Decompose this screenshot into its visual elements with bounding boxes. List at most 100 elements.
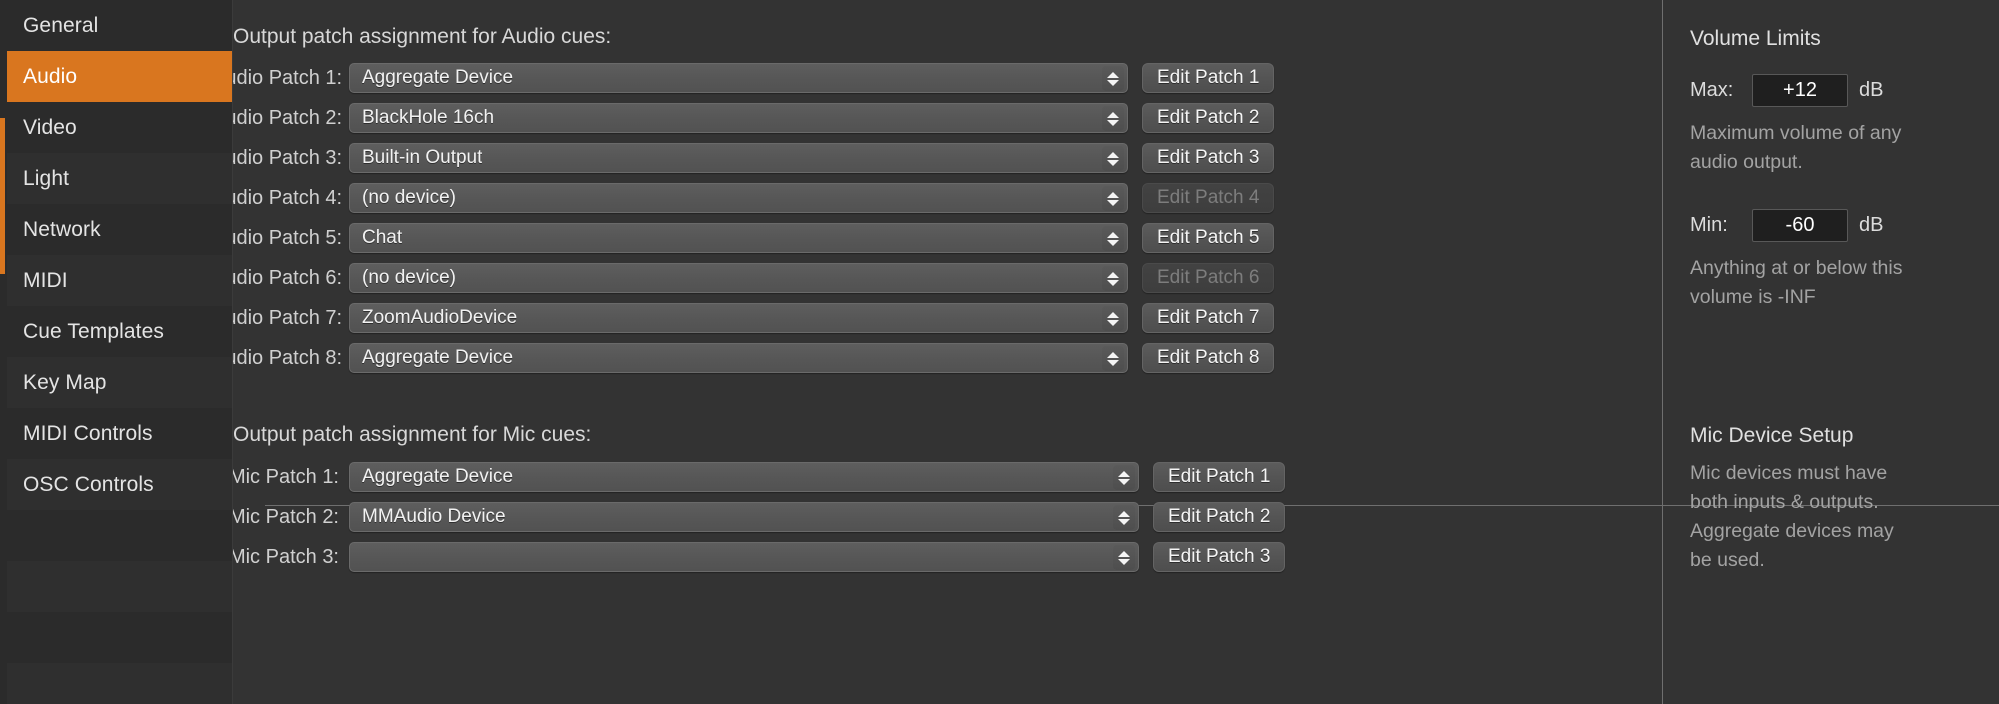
sidebar-item-midi-controls[interactable]: MIDI Controls xyxy=(0,408,233,459)
sidebar-filler-row xyxy=(0,663,233,704)
audio-patch-device-dropdown[interactable]: (no device) xyxy=(349,263,1128,293)
max-volume-input[interactable]: +12 xyxy=(1752,74,1848,107)
mic-patch-device-dropdown[interactable]: Aggregate Device xyxy=(349,462,1139,492)
audio-patch-device-dropdown[interactable]: Chat xyxy=(349,223,1128,253)
sidebar-item-general[interactable]: General xyxy=(0,0,233,51)
mic-patch-row-1: Mic Patch 1: Aggregate Device Edit Patch… xyxy=(233,461,1286,493)
sidebar-item-label: Light xyxy=(23,166,70,190)
stepper-icon[interactable] xyxy=(1102,66,1124,91)
sidebar-item-audio[interactable]: Audio xyxy=(0,51,233,102)
settings-sidebar: General Audio Video Light Network MIDI C… xyxy=(0,0,233,704)
audio-patch-device-value: Built-in Output xyxy=(362,147,483,168)
stepper-icon[interactable] xyxy=(1102,106,1124,131)
audio-patch-device-dropdown[interactable]: ZoomAudioDevice xyxy=(349,303,1128,333)
audio-patch-device-value: Chat xyxy=(362,227,403,248)
mic-patch-device-dropdown[interactable] xyxy=(349,542,1139,572)
sidebar-filler-row xyxy=(0,612,233,663)
max-volume-row: Max: +12 dB xyxy=(1690,74,1883,107)
sidebar-item-network[interactable]: Network xyxy=(0,204,233,255)
right-pane-divider xyxy=(1662,0,1663,704)
audio-patch-device-dropdown[interactable]: Built-in Output xyxy=(349,143,1128,173)
mic-patch-row-3: Mic Patch 3: Edit Patch 3 xyxy=(233,541,1286,573)
sidebar-item-key-map[interactable]: Key Map xyxy=(0,357,233,408)
sidebar-filler-row xyxy=(0,510,233,561)
audio-patch-device-dropdown[interactable]: Aggregate Device xyxy=(349,63,1128,93)
audio-settings-pane: Output patch assignment for Audio cues: … xyxy=(233,0,1662,704)
max-volume-label: Max: xyxy=(1690,79,1734,101)
audio-patch-device-value: Aggregate Device xyxy=(362,347,514,368)
mic-device-setup-help-text: Mic devices must have both inputs & outp… xyxy=(1690,462,1894,571)
mic-patch-device-value: Aggregate Device xyxy=(362,466,514,487)
max-volume-unit: dB xyxy=(1859,79,1884,101)
sidebar-filler-row xyxy=(0,561,233,612)
mic-patch-device-value: MMAudio Device xyxy=(362,506,506,527)
preferences-window: General Audio Video Light Network MIDI C… xyxy=(0,0,1999,704)
audio-patch-row-3: Audio Patch 3: Built-in Output Edit Patc… xyxy=(233,142,1275,174)
stepper-icon[interactable] xyxy=(1113,505,1135,530)
audio-patch-label: Audio Patch 4: xyxy=(233,186,343,209)
mic-edit-patch-button-2[interactable]: Edit Patch 2 xyxy=(1153,502,1286,532)
edit-patch-button-8[interactable]: Edit Patch 8 xyxy=(1142,343,1275,373)
mic-edit-patch-button-1[interactable]: Edit Patch 1 xyxy=(1153,462,1286,492)
min-volume-unit: dB xyxy=(1859,214,1884,236)
sidebar-item-midi[interactable]: MIDI xyxy=(0,255,233,306)
audio-patch-label: Audio Patch 1: xyxy=(233,66,343,89)
audio-patch-row-2: Audio Patch 2: BlackHole 16ch Edit Patch… xyxy=(233,102,1275,134)
mic-edit-patch-button-3[interactable]: Edit Patch 3 xyxy=(1153,542,1286,572)
stepper-icon[interactable] xyxy=(1102,146,1124,171)
min-volume-row: Min: -60 dB xyxy=(1690,209,1883,242)
stepper-icon[interactable] xyxy=(1102,226,1124,251)
mic-patch-label: Mic Patch 1: xyxy=(233,465,339,488)
max-volume-help-text: Maximum volume of any audio output. xyxy=(1690,122,1902,173)
sidebar-item-label: General xyxy=(23,13,99,37)
min-volume-input[interactable]: -60 xyxy=(1752,209,1848,242)
audio-patch-row-5: Audio Patch 5: Chat Edit Patch 5 xyxy=(233,222,1275,254)
stepper-icon[interactable] xyxy=(1102,346,1124,371)
sidebar-item-label: Key Map xyxy=(23,370,107,394)
audio-patch-label: Audio Patch 5: xyxy=(233,226,343,249)
audio-patch-label: Audio Patch 2: xyxy=(233,106,343,129)
edit-patch-button-1[interactable]: Edit Patch 1 xyxy=(1142,63,1275,93)
mic-patch-label: Mic Patch 3: xyxy=(233,545,339,568)
audio-patch-device-dropdown[interactable]: Aggregate Device xyxy=(349,343,1128,373)
edit-patch-button-7[interactable]: Edit Patch 7 xyxy=(1142,303,1275,333)
audio-patch-row-6: Audio Patch 6: (no device) Edit Patch 6 xyxy=(233,262,1275,294)
audio-patch-device-value: ZoomAudioDevice xyxy=(362,307,518,328)
stepper-icon[interactable] xyxy=(1102,266,1124,291)
sidebar-item-video[interactable]: Video xyxy=(0,102,233,153)
sidebar-item-label: OSC Controls xyxy=(23,472,154,496)
audio-patch-device-dropdown[interactable]: BlackHole 16ch xyxy=(349,103,1128,133)
audio-patch-device-value: (no device) xyxy=(362,187,456,208)
mic-patch-row-2: Mic Patch 2: MMAudio Device Edit Patch 2 xyxy=(233,501,1286,533)
mic-section-title: Output patch assignment for Mic cues: xyxy=(233,423,592,446)
min-volume-help-text: Anything at or below this volume is -INF xyxy=(1690,257,1903,308)
mic-patch-label: Mic Patch 2: xyxy=(233,505,339,528)
audio-patch-row-8: Audio Patch 8: Aggregate Device Edit Pat… xyxy=(233,342,1275,374)
audio-patch-device-value: Aggregate Device xyxy=(362,67,514,88)
stepper-icon[interactable] xyxy=(1102,186,1124,211)
min-volume-label: Min: xyxy=(1690,214,1728,236)
audio-patch-device-dropdown[interactable]: (no device) xyxy=(349,183,1128,213)
sidebar-selection-marker xyxy=(0,118,5,274)
sidebar-item-light[interactable]: Light xyxy=(0,153,233,204)
audio-patch-label: Audio Patch 6: xyxy=(233,266,343,289)
edit-patch-button-2[interactable]: Edit Patch 2 xyxy=(1142,103,1275,133)
mic-patch-device-dropdown[interactable]: MMAudio Device xyxy=(349,502,1139,532)
volume-limits-title: Volume Limits xyxy=(1690,27,1821,50)
sidebar-item-osc-controls[interactable]: OSC Controls xyxy=(0,459,233,510)
stepper-icon[interactable] xyxy=(1113,465,1135,490)
audio-patch-row-1: Audio Patch 1: Aggregate Device Edit Pat… xyxy=(233,62,1275,94)
sidebar-item-cue-templates[interactable]: Cue Templates xyxy=(0,306,233,357)
edit-patch-button-5[interactable]: Edit Patch 5 xyxy=(1142,223,1275,253)
audio-patch-row-4: Audio Patch 4: (no device) Edit Patch 4 xyxy=(233,182,1275,214)
edit-patch-button-6: Edit Patch 6 xyxy=(1142,263,1275,293)
sidebar-item-label: Network xyxy=(23,217,101,241)
edit-patch-button-3[interactable]: Edit Patch 3 xyxy=(1142,143,1275,173)
stepper-icon[interactable] xyxy=(1102,306,1124,331)
sidebar-item-label: MIDI Controls xyxy=(23,421,153,445)
sidebar-item-label: Audio xyxy=(23,64,78,88)
mic-device-setup-title: Mic Device Setup xyxy=(1690,424,1854,447)
audio-patch-device-value: (no device) xyxy=(362,267,456,288)
stepper-icon[interactable] xyxy=(1113,545,1135,570)
sidebar-left-gutter xyxy=(0,0,7,704)
